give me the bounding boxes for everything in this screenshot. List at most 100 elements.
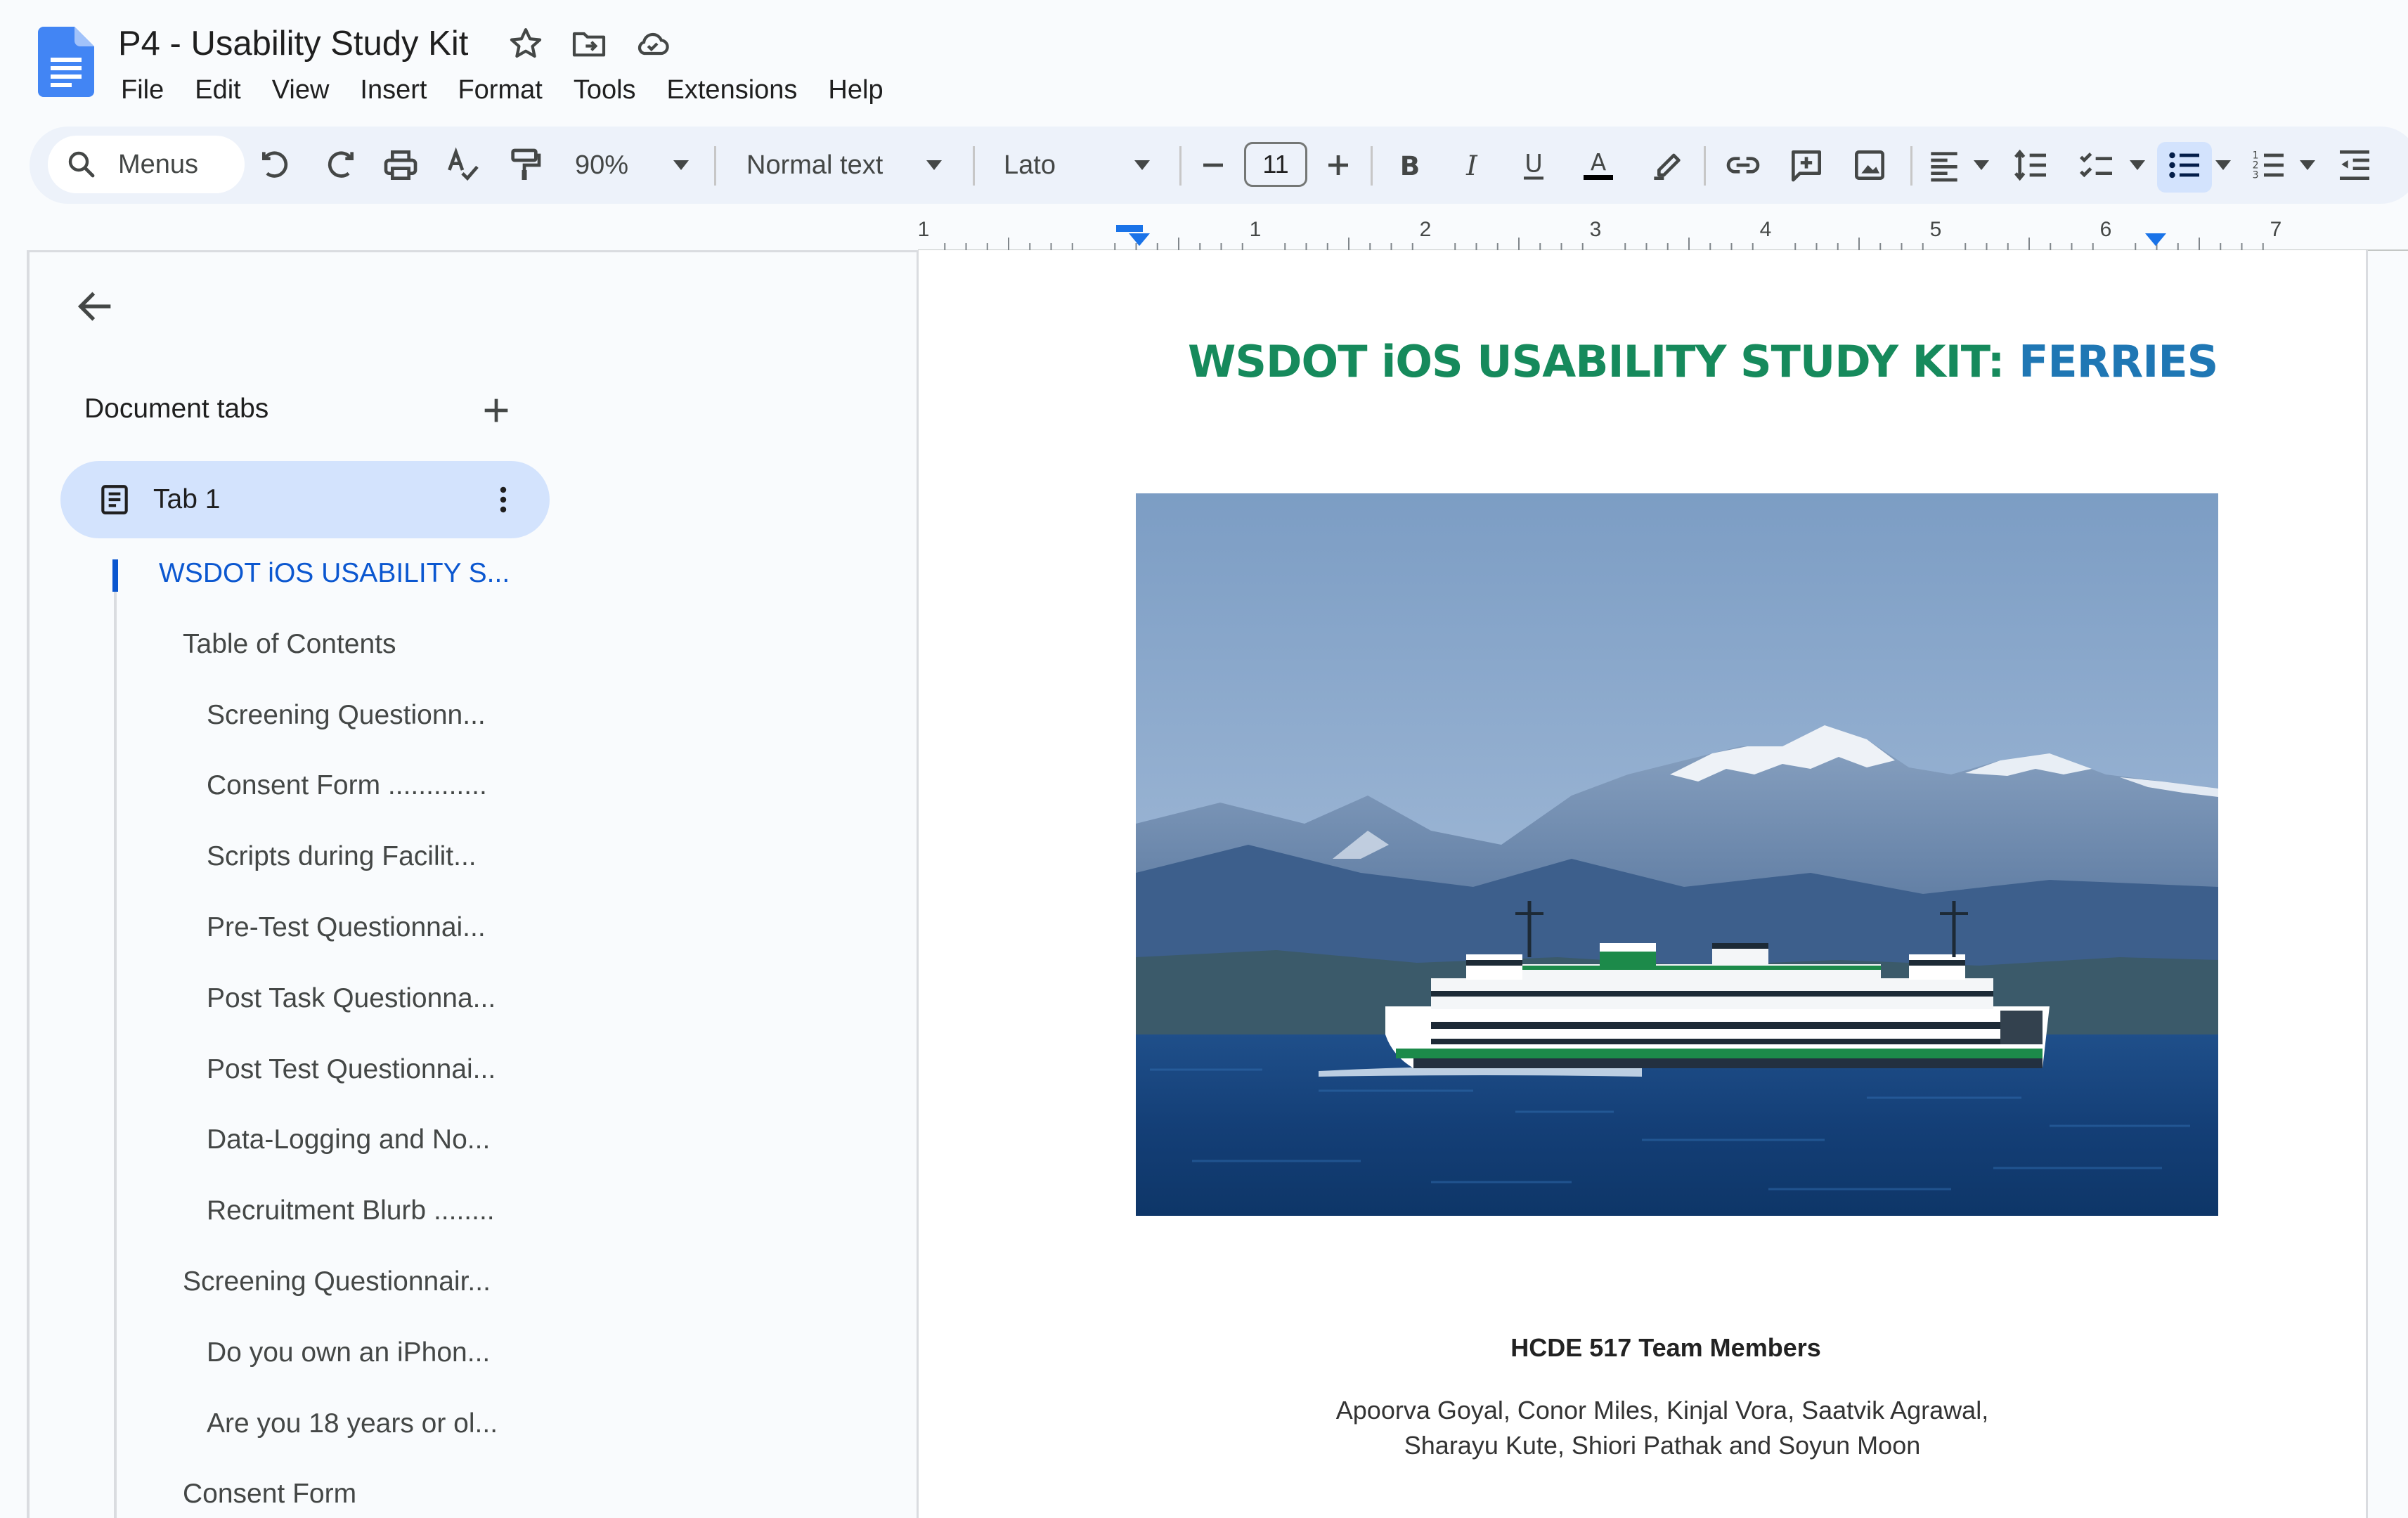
outline-item[interactable]: WSDOT iOS USABILITY S...	[159, 554, 510, 593]
add-comment-icon[interactable]	[1787, 145, 1826, 185]
svg-text:B: B	[1400, 150, 1420, 181]
outline-item[interactable]: Post Test Questionnai...	[207, 1050, 496, 1089]
checklist-icon[interactable]	[2078, 145, 2117, 185]
more-vert-icon[interactable]	[484, 480, 523, 519]
ruler-label: 2	[1420, 218, 1432, 241]
numbered-list-icon[interactable]: 123	[2249, 145, 2289, 185]
document-title[interactable]: P4 - Usability Study Kit	[118, 21, 468, 66]
tab-1-label: Tab 1	[153, 484, 221, 514]
toolbar-divider	[1179, 146, 1182, 186]
search-menus-input[interactable]: Menus	[48, 136, 245, 193]
svg-text:I: I	[1465, 150, 1478, 182]
decrease-font-size-icon[interactable]	[1193, 145, 1233, 185]
align-chevron-down-icon[interactable]	[1974, 160, 1989, 170]
team-members-names[interactable]: Apoorva Goyal, Conor Miles, Kinjal Vora,…	[1265, 1393, 2059, 1463]
team-names-line-1: Apoorva Goyal, Conor Miles, Kinjal Vora,…	[1335, 1396, 1989, 1425]
ruler-label: 4	[1760, 218, 1772, 241]
add-tab-plus-icon[interactable]	[477, 391, 516, 430]
ruler-label: 1	[918, 218, 929, 241]
search-icon	[65, 148, 98, 181]
team-names-line-2: Sharayu Kute, Shiori Pathak and Soyun Mo…	[1404, 1431, 1921, 1460]
left-indent-marker	[1129, 233, 1150, 246]
insert-image-icon[interactable]	[1850, 145, 1889, 185]
undo-icon[interactable]	[257, 145, 297, 185]
outline-item[interactable]: Consent Form	[183, 1474, 356, 1514]
font-size-input[interactable]: 11	[1244, 142, 1307, 187]
svg-text:U: U	[1525, 150, 1543, 178]
cloud-saved-icon[interactable]	[633, 24, 672, 63]
ruler-label: 1	[1250, 218, 1262, 241]
panel-left-border	[27, 250, 30, 1518]
menu-extensions[interactable]: Extensions	[652, 70, 813, 110]
ruler-label: 7	[2270, 218, 2282, 241]
document-tab-icon	[97, 482, 132, 517]
decrease-indent-icon[interactable]	[2335, 145, 2374, 185]
outline-guide-line	[114, 562, 117, 1518]
document-tabs-heading: Document tabs	[84, 394, 269, 424]
line-spacing-icon[interactable]	[2012, 145, 2051, 185]
outline-item[interactable]: Recruitment Blurb ........	[207, 1191, 495, 1231]
menu-edit[interactable]: Edit	[179, 70, 256, 110]
font-select[interactable]: Lato	[1004, 144, 1056, 186]
docs-logo-icon[interactable]	[38, 27, 94, 97]
font-chevron-down-icon[interactable]	[1134, 160, 1150, 170]
bulleted-list-icon[interactable]	[2165, 145, 2204, 185]
menu-bar: File Edit View Insert Format Tools Exten…	[105, 70, 899, 110]
paragraph-style-select[interactable]: Normal text	[746, 144, 883, 186]
outline-item[interactable]: Table of Contents	[183, 625, 396, 664]
toolbar-divider	[1704, 146, 1706, 186]
outline-item[interactable]: Pre-Test Questionnai...	[207, 908, 486, 947]
outline-item[interactable]: Post Task Questionna...	[207, 979, 496, 1018]
outline-item[interactable]: Do you own an iPhon...	[207, 1333, 490, 1373]
outline-active-indicator	[112, 559, 118, 592]
paint-format-icon[interactable]	[505, 145, 544, 185]
outline-item[interactable]: Are you 18 years or ol...	[207, 1404, 498, 1444]
increase-font-size-icon[interactable]	[1319, 145, 1358, 185]
outline-item[interactable]: Screening Questionnair...	[183, 1262, 491, 1302]
bold-icon[interactable]: B	[1390, 145, 1430, 185]
heading-part-1: WSDOT iOS USABILITY STUDY KIT:	[1188, 336, 2019, 387]
first-line-indent-marker	[1116, 225, 1143, 232]
menu-insert[interactable]: Insert	[344, 70, 442, 110]
search-menus-label: Menus	[118, 150, 199, 179]
toolbar-divider	[714, 146, 716, 186]
zoom-chevron-down-icon[interactable]	[673, 160, 689, 170]
star-icon[interactable]	[506, 24, 545, 63]
menu-help[interactable]: Help	[813, 70, 898, 110]
numbered-chevron-down-icon[interactable]	[2300, 160, 2315, 170]
menu-tools[interactable]: Tools	[558, 70, 652, 110]
outline-item[interactable]: Screening Questionn...	[207, 696, 486, 735]
underline-icon[interactable]: U	[1514, 145, 1553, 185]
outline-item[interactable]: Consent Form .............	[207, 766, 487, 805]
redo-icon[interactable]	[319, 145, 358, 185]
outline-item[interactable]: Data-Logging and No...	[207, 1120, 490, 1160]
link-icon[interactable]	[1723, 145, 1763, 185]
svg-text:3: 3	[2253, 170, 2259, 181]
menu-view[interactable]: View	[257, 70, 345, 110]
style-chevron-down-icon[interactable]	[926, 160, 942, 170]
tab-1[interactable]: Tab 1	[60, 461, 550, 538]
print-icon[interactable]	[381, 145, 420, 185]
italic-icon[interactable]: I	[1452, 145, 1491, 185]
back-arrow-icon[interactable]	[73, 284, 118, 329]
spellcheck-icon[interactable]	[443, 145, 482, 185]
svg-text:A: A	[1591, 149, 1607, 176]
highlight-icon[interactable]	[1648, 145, 1687, 185]
document-heading[interactable]: WSDOT iOS USABILITY STUDY KIT: FERRIES	[1188, 330, 2218, 394]
toolbar-divider	[1910, 146, 1912, 186]
ruler[interactable]: 1 1 2 3 4 5 6 7	[918, 214, 2408, 252]
menu-format[interactable]: Format	[442, 70, 557, 110]
bullets-chevron-down-icon[interactable]	[2215, 160, 2231, 170]
text-color-icon[interactable]: A	[1579, 145, 1618, 185]
checklist-chevron-down-icon[interactable]	[2130, 160, 2145, 170]
zoom-select[interactable]: 90%	[575, 144, 628, 186]
align-left-icon[interactable]	[1924, 145, 1964, 185]
team-members-heading[interactable]: HCDE 517 Team Members	[1335, 1328, 1996, 1368]
ferry-photo[interactable]	[1136, 493, 2218, 1216]
right-indent-marker	[2145, 233, 2166, 246]
menu-file[interactable]: File	[105, 70, 179, 110]
page-edge	[2366, 250, 2368, 1518]
toolbar-divider	[973, 146, 975, 186]
move-folder-icon[interactable]	[569, 24, 609, 63]
outline-item[interactable]: Scripts during Facilit...	[207, 837, 477, 876]
